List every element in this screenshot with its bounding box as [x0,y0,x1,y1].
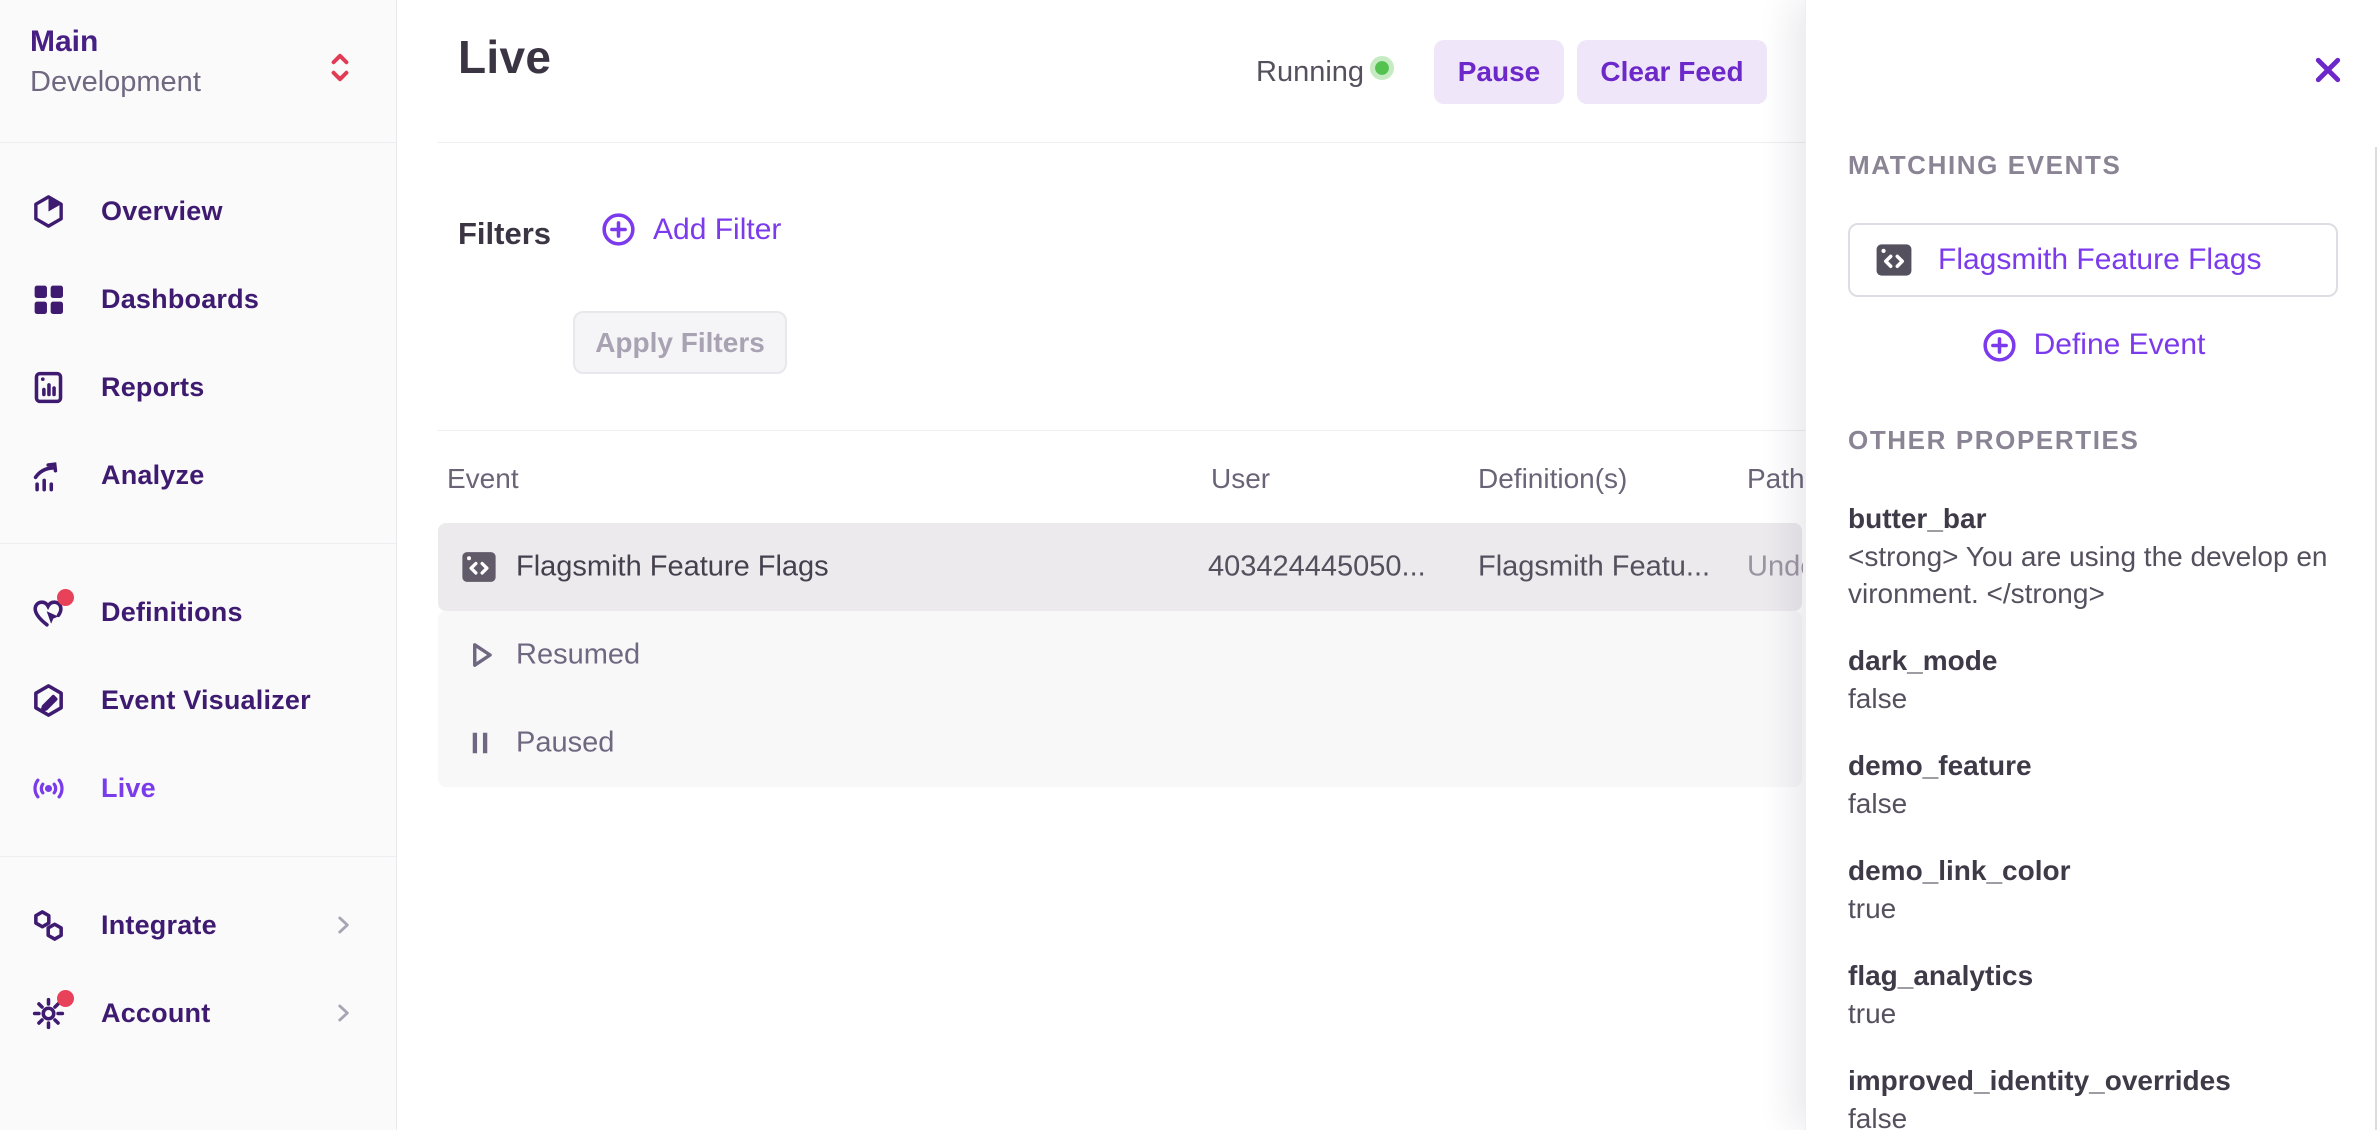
event-user: 403424445050... [1208,551,1426,584]
sidebar-item-label: Definitions [101,597,243,628]
event-feed-table: Flagsmith Feature Flags 403424445050... … [438,523,1802,787]
panel-scrollbar[interactable] [2375,147,2377,1130]
column-header-user: User [1211,463,1270,495]
sidebar-item-label: Event Visualizer [101,685,311,716]
matching-events-heading: MATCHING EVENTS [1848,150,2338,181]
chevron-right-icon [330,912,356,938]
property-item: butter_bar <strong> You are using the de… [1848,500,2338,612]
sidebar-item-integrate[interactable]: Integrate [0,881,396,969]
analyze-icon [30,457,67,494]
play-icon [462,637,498,673]
updown-chevron-icon[interactable] [326,50,354,86]
sidebar-item-account[interactable]: Account [0,969,396,1057]
integrate-icon [30,907,67,944]
sidebar-item-label: Overview [101,196,223,227]
project-name: Main [30,22,366,62]
overview-icon [30,193,67,230]
close-panel-button[interactable] [2310,52,2346,88]
property-value: false [1848,1100,2338,1130]
add-filter-label: Add Filter [653,213,781,247]
table-row-resumed[interactable]: Resumed [438,611,1802,699]
plus-circle-icon [1981,327,2018,364]
property-name: demo_feature [1848,747,2338,785]
property-value: true [1848,995,2338,1032]
dashboards-icon [30,281,67,318]
property-item: dark_mode false [1848,642,2338,717]
sidebar-item-event-visualizer[interactable]: Event Visualizer [0,656,396,744]
define-event-button[interactable]: Define Event [1848,323,2338,367]
sidebar-item-definitions[interactable]: Definitions [0,568,396,656]
property-value: false [1848,680,2338,717]
sidebar-item-label: Analyze [101,460,204,491]
property-item: demo_link_color true [1848,852,2338,927]
apply-filters-button[interactable]: Apply Filters [573,311,787,374]
sidebar-group-primary: Overview Dashboards Reports Analyze [0,143,396,544]
property-name: improved_identity_overrides [1848,1062,2338,1100]
sidebar-item-label: Account [101,998,210,1029]
live-feed-page: Main Development Overview Dashboards [0,0,2380,1130]
property-name: dark_mode [1848,642,2338,680]
property-value: true [1848,890,2338,927]
property-name: flag_analytics [1848,957,2338,995]
event-detail-panel: MATCHING EVENTS Flagsmith Feature Flags … [1805,0,2380,1130]
pause-button[interactable]: Pause [1434,40,1564,104]
matching-event-name: Flagsmith Feature Flags [1938,243,2261,277]
feed-status-label: Running [1256,56,1364,89]
sidebar-item-label: Reports [101,372,204,403]
define-event-label: Define Event [2034,328,2206,362]
sidebar-item-label: Integrate [101,910,217,941]
property-name: demo_link_color [1848,852,2338,890]
event-path: Undefined [1747,551,1803,584]
event-name: Flagsmith Feature Flags [516,551,829,584]
property-item: demo_feature false [1848,747,2338,822]
property-value: <strong> You are using the develop envir… [1848,538,2338,612]
live-icon [30,770,67,807]
feed-status-text: Resumed [516,639,640,672]
sidebar-item-reports[interactable]: Reports [0,343,396,431]
feed-status-rows: Resumed Paused [438,611,1802,787]
event-definitions: Flagsmith Featu... [1478,551,1710,584]
column-header-event: Event [447,463,519,495]
notification-dot [57,589,74,606]
code-window-icon [1872,238,1916,282]
property-item: flag_analytics true [1848,957,2338,1032]
properties-list: butter_bar <strong> You are using the de… [1848,500,2338,1130]
chevron-right-icon [330,1000,356,1026]
table-row-paused[interactable]: Paused [438,699,1802,787]
page-title: Live [458,30,551,84]
event-visualizer-icon [30,682,67,719]
sidebar-item-analyze[interactable]: Analyze [0,431,396,519]
reports-icon [30,369,67,406]
sidebar-item-label: Dashboards [101,284,259,315]
property-value: false [1848,785,2338,822]
feed-status-text: Paused [516,727,614,760]
clear-feed-button[interactable]: Clear Feed [1577,40,1767,104]
add-filter-button[interactable]: Add Filter [600,211,781,248]
definitions-icon [30,594,67,631]
property-name: butter_bar [1848,500,2338,538]
notification-dot [57,990,74,1007]
matching-event-card[interactable]: Flagsmith Feature Flags [1848,223,2338,297]
other-properties-heading: OTHER PROPERTIES [1848,425,2338,456]
project-environment: Development [30,62,366,102]
column-header-path: Path [1747,463,1805,495]
filters-label: Filters [458,216,551,252]
plus-circle-icon [600,211,637,248]
status-green-dot [1370,56,1394,80]
sidebar-group-secondary: Definitions Event Visualizer Live [0,544,396,857]
sidebar-item-label: Live [101,773,156,804]
sidebar-item-overview[interactable]: Overview [0,167,396,255]
column-header-definitions: Definition(s) [1478,463,1627,495]
account-icon [30,995,67,1032]
sidebar: Main Development Overview Dashboards [0,0,397,1130]
sidebar-group-tertiary: Integrate Account [0,857,396,1081]
sidebar-item-dashboards[interactable]: Dashboards [0,255,396,343]
property-item: improved_identity_overrides false [1848,1062,2338,1130]
code-window-icon [458,546,500,588]
pause-icon [462,725,498,761]
table-row-event[interactable]: Flagsmith Feature Flags 403424445050... … [438,523,1802,611]
sidebar-item-live[interactable]: Live [0,744,396,832]
close-icon [2310,52,2346,88]
project-switcher[interactable]: Main Development [0,0,396,143]
